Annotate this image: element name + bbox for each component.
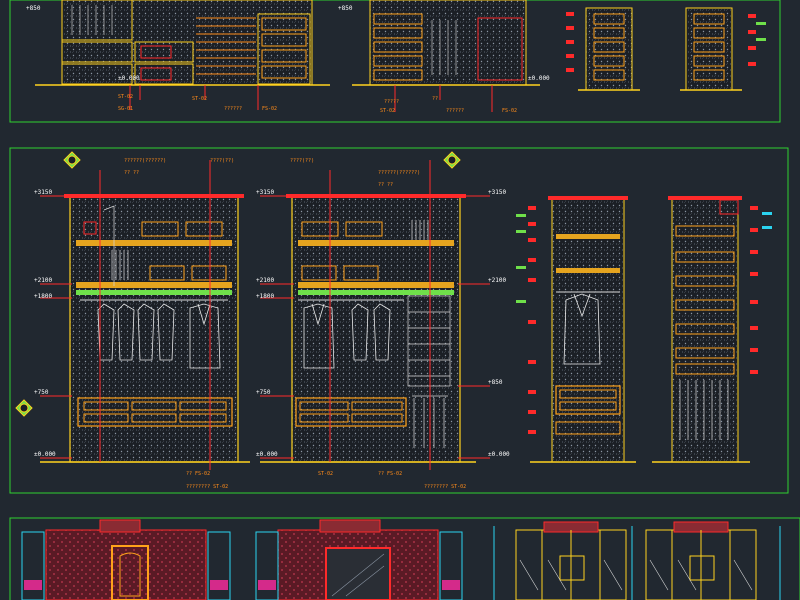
- level-label: ±0.000: [488, 451, 510, 458]
- callout-tag: ????(??): [290, 158, 314, 164]
- callout-tag: FS-02: [502, 108, 517, 114]
- bottom-elevation-2: [255, 519, 463, 600]
- level-label: +1800: [256, 293, 274, 300]
- callout-tag: ??????(??????): [378, 170, 420, 176]
- wardrobe-section-3: [516, 196, 636, 463]
- level-label: +3150: [488, 189, 506, 196]
- level-label: ±0.000: [528, 75, 550, 82]
- callout-tag: ?????: [384, 99, 399, 105]
- level-label: +3150: [256, 189, 274, 196]
- callout-tag: ?? FS-02: [186, 471, 210, 477]
- level-label: ±0.000: [256, 451, 278, 458]
- callout-tag: ST-02: [118, 94, 133, 100]
- callout-tag: ?? ??: [124, 170, 139, 176]
- level-label: +2100: [34, 277, 52, 284]
- callout-tag: ??????(??????): [124, 158, 166, 164]
- callout-tag: ?? ??: [378, 182, 393, 188]
- top-left-elevation: +850 ±0.000 ST-02 SG-01 ST-02 ?????? FS-…: [26, 0, 330, 112]
- callout-tag: ?? FS-02: [378, 471, 402, 477]
- level-label: ±0.000: [34, 451, 56, 458]
- top-middle-elevation: +850 ±0.000 ????? ?? ST-02 ?????? FS-02: [338, 0, 550, 114]
- callout-tag: ???????? ST-02: [424, 484, 466, 490]
- wardrobe-section-4: [652, 196, 772, 463]
- callout-tag: ??????: [224, 106, 242, 112]
- level-label: +750: [256, 389, 271, 396]
- level-label: +850: [488, 379, 503, 386]
- level-label: ±0.000: [118, 75, 140, 82]
- callout-tag: SG-01: [118, 106, 133, 112]
- callout-tag: ST-02: [380, 108, 395, 114]
- callout-tag: ??????: [446, 108, 464, 114]
- level-label: +2100: [488, 277, 506, 284]
- level-label: +850: [26, 5, 41, 12]
- callout-tag: ??: [432, 96, 438, 102]
- wardrobe-elevation-2: +3150 +2100 +1800 +750 ±0.000 +3150 +210…: [256, 151, 510, 490]
- top-right-sections: [566, 7, 766, 91]
- callout-tag: ????(??): [210, 158, 234, 164]
- callout-tag: ST-02: [192, 96, 207, 102]
- level-label: +1800: [34, 293, 52, 300]
- callout-tag: ???????? ST-02: [186, 484, 228, 490]
- level-label: +3150: [34, 189, 52, 196]
- level-label: +850: [338, 5, 353, 12]
- level-label: +750: [34, 389, 49, 396]
- callout-tag: ST-02: [318, 471, 333, 477]
- level-label: +2100: [256, 277, 274, 284]
- wardrobe-elevation-1: +3150 +2100 +1800 +750 ±0.000 ??????(???…: [15, 151, 250, 490]
- elevation-marker-icon: [443, 151, 461, 169]
- bottom-elevation-1: [21, 519, 231, 600]
- bottom-elevation-4: [645, 521, 781, 600]
- cad-drawing-sheet: +850 ±0.000 ST-02 SG-01 ST-02 ?????? FS-…: [9, 0, 800, 600]
- callout-tag: FS-02: [262, 106, 277, 112]
- bottom-elevation-3: [493, 521, 633, 600]
